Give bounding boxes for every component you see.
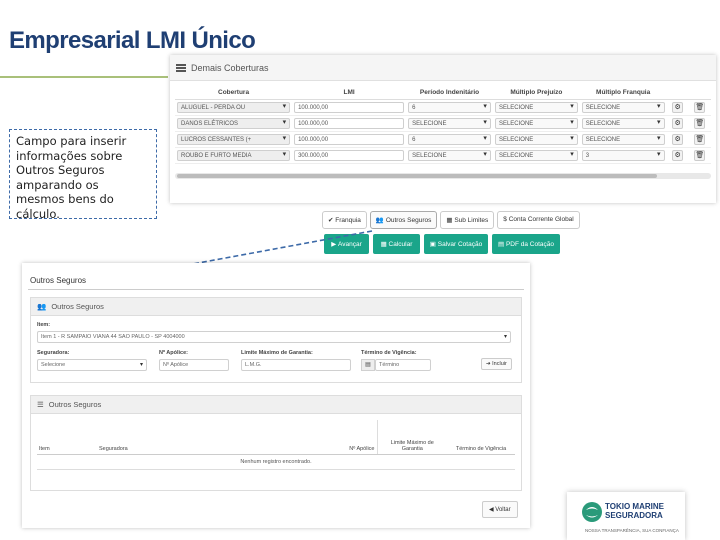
other-insurance-list-card: ☰ Outros Seguros Item Seguradora Nº Apól…	[30, 395, 522, 491]
calendar-icon[interactable]: ▤	[361, 359, 375, 371]
end-date-input[interactable]: Término	[375, 359, 431, 371]
col-header: Nº Apólice	[247, 420, 377, 455]
divider	[28, 289, 524, 290]
card-header: 👥 Outros Seguros	[31, 298, 521, 316]
back-button[interactable]: ◀ Voltar	[482, 501, 518, 518]
logo-tagline: NOSSA TRANSPARÊNCIA, SUA CONFIANÇA	[585, 528, 679, 533]
item-select[interactable]: Item 1 - R SAMPAIO VIANA 44 SAO PAULO - …	[37, 331, 511, 343]
limit-label: Limite Máximo de Garantia:	[241, 350, 313, 356]
item-label: Item:	[37, 322, 51, 328]
card-title: Outros Seguros	[51, 302, 104, 311]
empty-message: Nenhum registro encontrado.	[37, 454, 515, 470]
limit-input[interactable]: L.M.G.	[241, 359, 351, 371]
table-row: Nenhum registro encontrado.	[37, 454, 515, 470]
page-title: Outros Seguros	[30, 276, 87, 285]
other-insurance-form-card: 👥 Outros Seguros Item: Item 1 - R SAMPAI…	[30, 297, 522, 383]
list-icon: ☰	[37, 400, 44, 409]
end-date-label: Término de Vigência:	[361, 350, 417, 356]
users-icon: 👥	[37, 302, 47, 311]
policy-input[interactable]: Nº Apólice	[159, 359, 229, 371]
button-label: Voltar	[495, 507, 511, 513]
col-header: Seguradora	[97, 420, 247, 455]
col-header: Item	[37, 420, 97, 455]
logo-line2: SEGURADORA	[605, 511, 663, 520]
col-header: Término de Vigência	[447, 420, 515, 455]
logo-mark-icon	[582, 502, 602, 522]
other-insurance-panel: Outros Seguros 👥 Outros Seguros Item: It…	[22, 263, 530, 528]
button-label: Incluir	[492, 361, 507, 367]
insurer-select[interactable]: Selecione	[37, 359, 147, 371]
insurer-label: Seguradora:	[37, 350, 70, 356]
other-insurance-table: Item Seguradora Nº Apólice Limite Máximo…	[37, 420, 515, 470]
col-header: Limite Máximo de Garantia	[376, 420, 447, 455]
card-header: ☰ Outros Seguros	[31, 396, 521, 414]
company-logo: TOKIO MARINE SEGURADORA NOSSA TRANSPARÊN…	[567, 492, 685, 540]
include-button[interactable]: ➔ Incluir	[481, 358, 512, 370]
policy-label: Nº Apólice:	[159, 350, 189, 356]
card-title: Outros Seguros	[48, 400, 102, 409]
logo-line1: TOKIO MARINE	[605, 502, 664, 511]
